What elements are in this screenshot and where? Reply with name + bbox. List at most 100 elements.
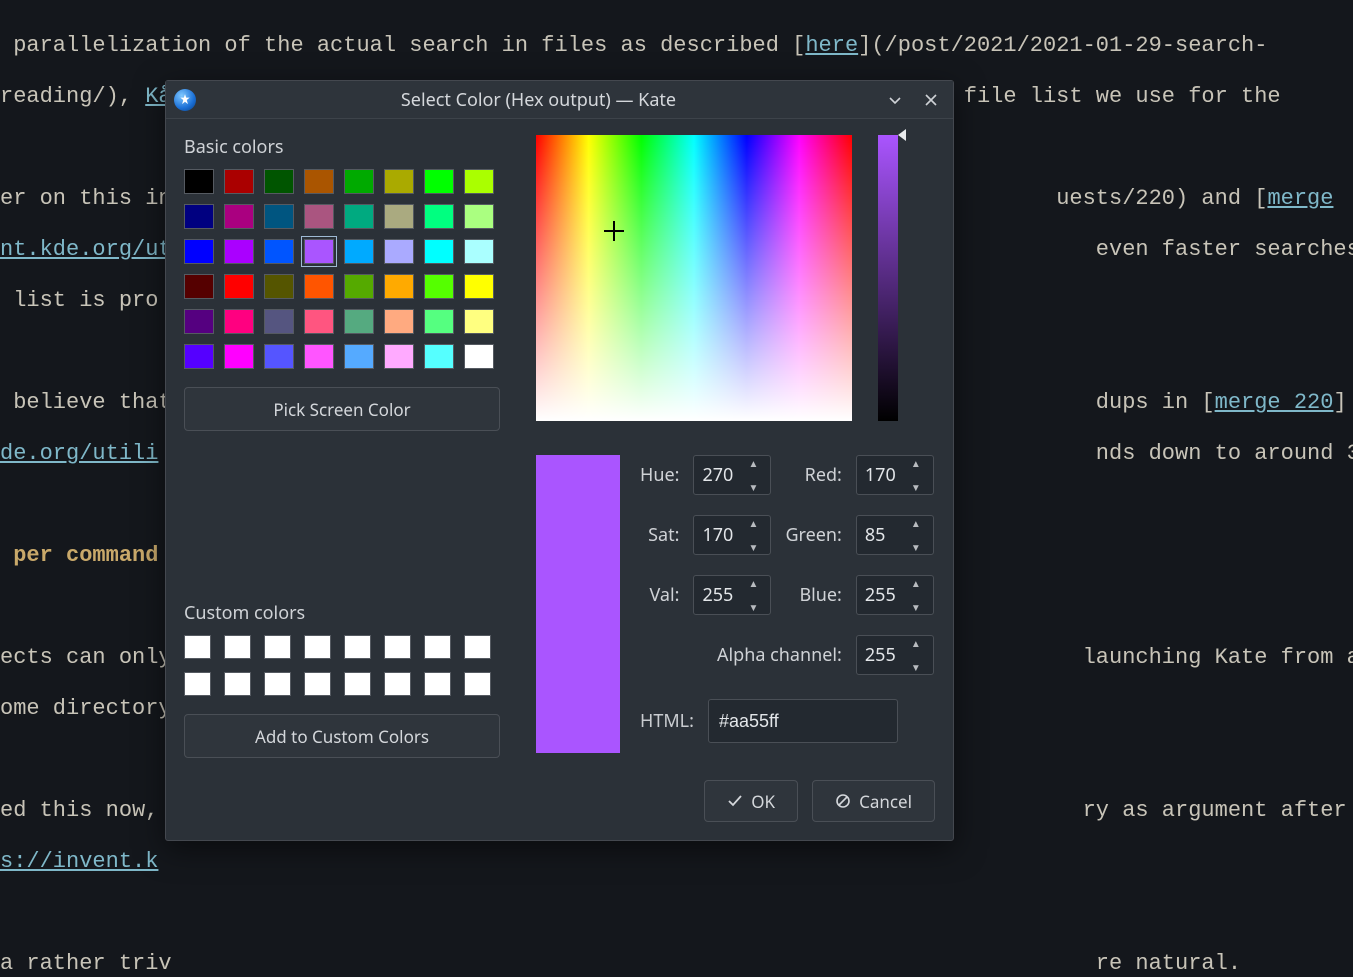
custom-color-swatch[interactable] — [344, 635, 371, 659]
alpha-spinbox[interactable]: ▲▼ — [856, 635, 934, 675]
window-close-button[interactable] — [917, 86, 945, 114]
basic-color-swatch[interactable] — [344, 274, 374, 299]
pick-screen-color-button[interactable]: Pick Screen Color — [184, 387, 500, 431]
basic-color-swatch[interactable] — [464, 344, 494, 369]
custom-color-swatch[interactable] — [384, 672, 411, 696]
basic-color-swatch[interactable] — [184, 344, 214, 369]
chevron-down-icon[interactable]: ▼ — [911, 542, 929, 552]
basic-color-swatch[interactable] — [384, 239, 414, 264]
chevron-down-icon[interactable]: ▼ — [748, 542, 766, 552]
custom-color-swatch[interactable] — [184, 672, 211, 696]
custom-color-swatch[interactable] — [384, 635, 411, 659]
chevron-up-icon[interactable]: ▲ — [748, 518, 766, 528]
html-color-input[interactable] — [708, 699, 898, 743]
custom-color-swatch[interactable] — [464, 635, 491, 659]
basic-color-swatch[interactable] — [264, 274, 294, 299]
blue-spinbox[interactable]: ▲▼ — [856, 575, 934, 615]
basic-color-swatch[interactable] — [184, 204, 214, 229]
basic-color-swatch[interactable] — [264, 309, 294, 334]
chevron-up-icon[interactable]: ▲ — [748, 578, 766, 588]
basic-color-swatch[interactable] — [184, 239, 214, 264]
basic-color-swatch[interactable] — [464, 239, 494, 264]
basic-color-swatch[interactable] — [184, 169, 214, 194]
basic-color-swatch[interactable] — [464, 309, 494, 334]
chevron-down-icon[interactable]: ▼ — [911, 662, 929, 672]
chevron-up-icon[interactable]: ▲ — [911, 518, 929, 528]
chevron-down-icon[interactable]: ▼ — [748, 482, 766, 492]
sat-spinbox[interactable]: ▲▼ — [693, 515, 771, 555]
basic-color-swatch[interactable] — [384, 274, 414, 299]
link-kde[interactable]: nt.kde.org/ut — [0, 237, 172, 262]
basic-color-swatch[interactable] — [224, 169, 254, 194]
basic-color-swatch[interactable] — [304, 309, 334, 334]
chevron-up-icon[interactable]: ▲ — [748, 458, 766, 468]
basic-color-swatch[interactable] — [304, 274, 334, 299]
basic-color-swatch[interactable] — [264, 204, 294, 229]
link-merge-220[interactable]: merge 220 — [1215, 390, 1334, 415]
basic-color-swatch[interactable] — [304, 169, 334, 194]
window-minimize-button[interactable] — [881, 86, 909, 114]
chevron-up-icon[interactable]: ▲ — [911, 638, 929, 648]
chevron-down-icon[interactable]: ▼ — [911, 482, 929, 492]
link-here[interactable]: here — [805, 33, 858, 58]
link-kde-util[interactable]: de.org/utili — [0, 441, 158, 466]
basic-color-swatch[interactable] — [264, 239, 294, 264]
chevron-down-icon[interactable]: ▼ — [911, 602, 929, 612]
basic-color-swatch[interactable] — [344, 239, 374, 264]
basic-color-swatch[interactable] — [424, 344, 454, 369]
basic-color-swatch[interactable] — [424, 169, 454, 194]
basic-color-swatch[interactable] — [424, 204, 454, 229]
custom-color-swatch[interactable] — [304, 635, 331, 659]
basic-color-swatch[interactable] — [224, 274, 254, 299]
custom-color-swatch[interactable] — [464, 672, 491, 696]
basic-color-swatch[interactable] — [344, 309, 374, 334]
link-invent[interactable]: s://invent.k — [0, 849, 158, 874]
basic-color-swatch[interactable] — [224, 204, 254, 229]
titlebar[interactable]: Select Color (Hex output) — Kate — [166, 81, 953, 119]
basic-color-swatch[interactable] — [464, 274, 494, 299]
custom-color-swatch[interactable] — [424, 672, 451, 696]
basic-color-swatch[interactable] — [384, 169, 414, 194]
link-merge[interactable]: merge — [1267, 186, 1333, 211]
add-to-custom-button[interactable]: Add to Custom Colors — [184, 714, 500, 758]
basic-color-swatch[interactable] — [184, 309, 214, 334]
basic-color-swatch[interactable] — [384, 309, 414, 334]
value-slider[interactable] — [878, 135, 898, 421]
custom-color-swatch[interactable] — [224, 635, 251, 659]
basic-color-swatch[interactable] — [224, 344, 254, 369]
chevron-up-icon[interactable]: ▲ — [911, 578, 929, 588]
custom-color-swatch[interactable] — [264, 635, 291, 659]
basic-color-swatch[interactable] — [304, 204, 334, 229]
basic-color-swatch[interactable] — [344, 344, 374, 369]
basic-color-swatch[interactable] — [344, 204, 374, 229]
custom-color-swatch[interactable] — [424, 635, 451, 659]
hue-spinbox[interactable]: ▲▼ — [693, 455, 771, 495]
basic-color-swatch[interactable] — [264, 169, 294, 194]
red-spinbox[interactable]: ▲▼ — [856, 455, 934, 495]
basic-color-swatch[interactable] — [424, 239, 454, 264]
custom-color-swatch[interactable] — [344, 672, 371, 696]
custom-color-swatch[interactable] — [264, 672, 291, 696]
chevron-down-icon[interactable]: ▼ — [748, 602, 766, 612]
basic-color-swatch[interactable] — [464, 169, 494, 194]
custom-color-swatch[interactable] — [224, 672, 251, 696]
basic-color-swatch[interactable] — [224, 309, 254, 334]
basic-color-swatch[interactable] — [384, 204, 414, 229]
hue-sat-plane[interactable] — [536, 135, 852, 421]
basic-color-swatch[interactable] — [424, 309, 454, 334]
basic-color-swatch[interactable] — [184, 274, 214, 299]
val-spinbox[interactable]: ▲▼ — [693, 575, 771, 615]
basic-color-swatch[interactable] — [304, 344, 334, 369]
basic-color-swatch[interactable] — [384, 344, 414, 369]
basic-color-swatch[interactable] — [344, 169, 374, 194]
basic-color-swatch[interactable] — [304, 239, 334, 264]
cancel-button[interactable]: Cancel — [812, 780, 935, 822]
basic-color-swatch[interactable] — [264, 344, 294, 369]
green-spinbox[interactable]: ▲▼ — [856, 515, 934, 555]
custom-color-swatch[interactable] — [304, 672, 331, 696]
basic-color-swatch[interactable] — [224, 239, 254, 264]
custom-color-swatch[interactable] — [184, 635, 211, 659]
ok-button[interactable]: OK — [704, 780, 798, 822]
basic-color-swatch[interactable] — [424, 274, 454, 299]
chevron-up-icon[interactable]: ▲ — [911, 458, 929, 468]
